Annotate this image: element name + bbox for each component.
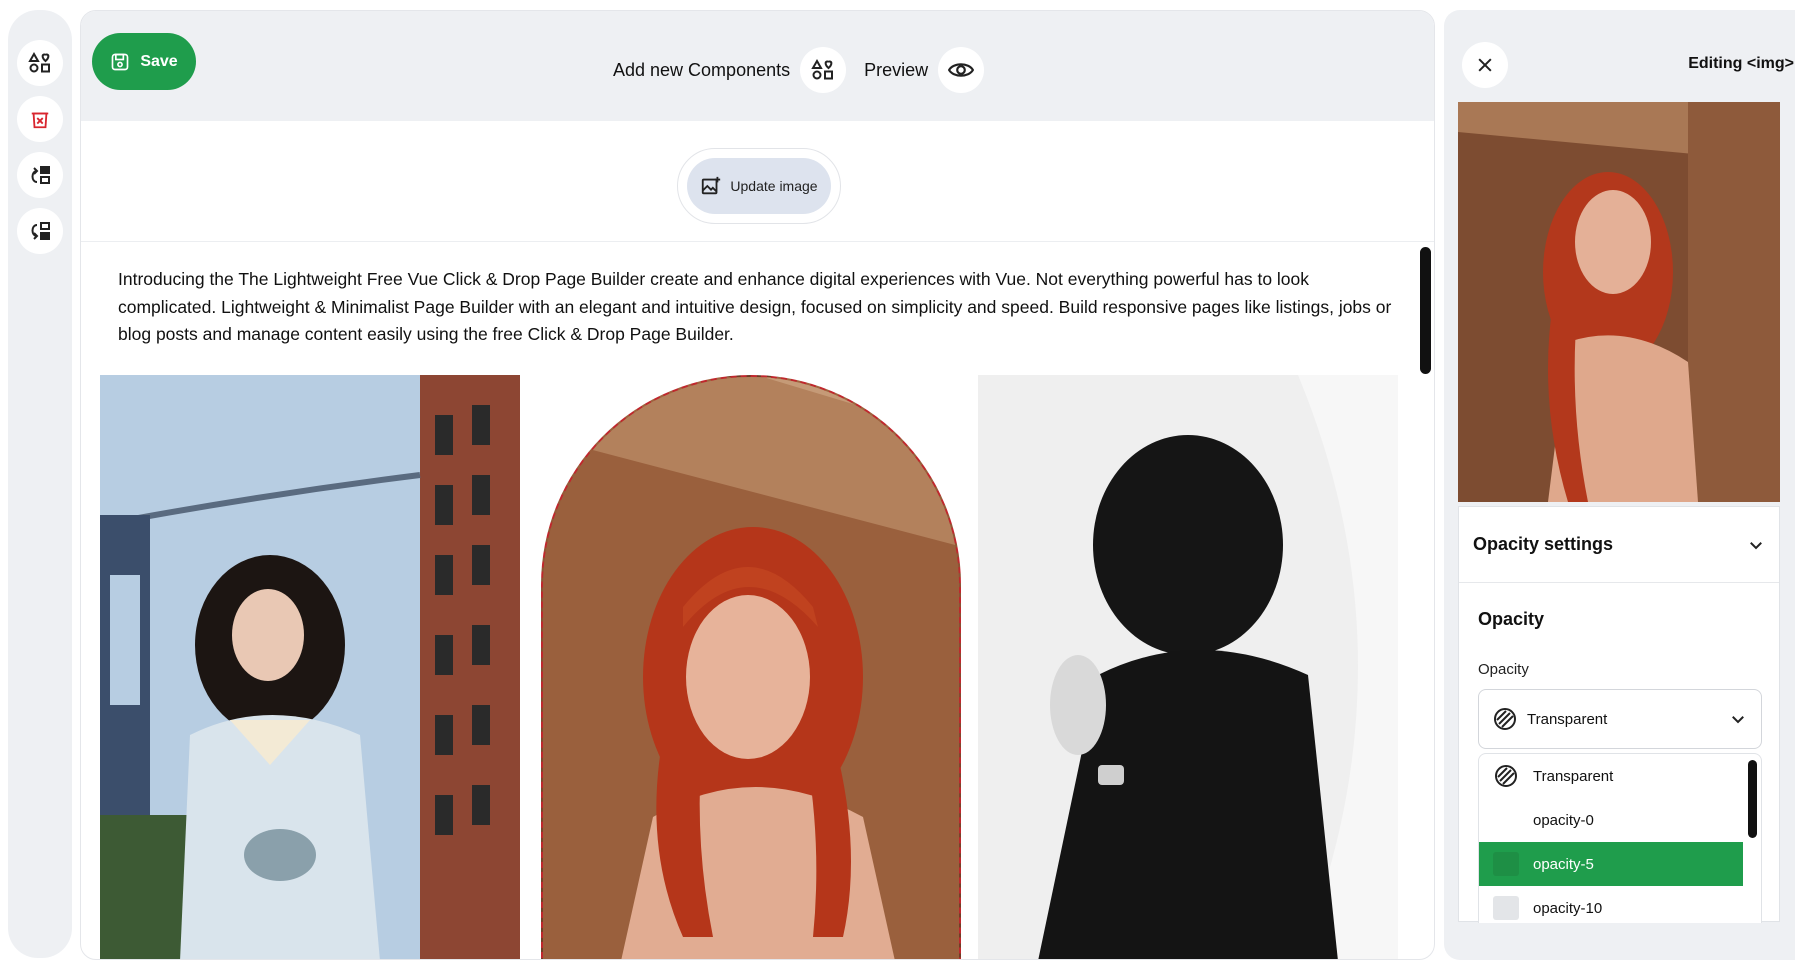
eye-icon — [948, 63, 975, 77]
opacity-selected-value: Transparent — [1527, 710, 1608, 728]
close-panel-button[interactable] — [1462, 42, 1508, 88]
add-components-button[interactable] — [800, 47, 847, 93]
intro-paragraph[interactable]: Introducing the The Lightweight Free Vue… — [118, 266, 1408, 349]
option-opacity-5[interactable]: opacity-5 — [1479, 842, 1743, 886]
option-opacity-0[interactable]: opacity-0 — [1479, 798, 1743, 842]
delete-icon — [31, 112, 49, 129]
selected-image-outline — [541, 375, 961, 959]
section-divider — [81, 241, 1434, 242]
editor-panel: Editing <img> Opacity settings Opacity O… — [1444, 10, 1795, 960]
portrait-photo-illustration — [543, 377, 959, 959]
update-image-label: Update image — [730, 178, 818, 194]
preview-photo-illustration — [1458, 102, 1780, 502]
opacity-select[interactable]: Transparent — [1478, 689, 1762, 749]
transparent-icon — [1495, 765, 1517, 787]
chevron-down-icon — [1732, 716, 1744, 724]
preview-button[interactable] — [938, 47, 985, 93]
move-up-button[interactable] — [17, 152, 63, 198]
street-photo-illustration — [100, 375, 520, 959]
opacity-swatch — [1493, 852, 1519, 876]
close-icon — [1478, 58, 1492, 72]
panel-title: Editing <img> — [1688, 55, 1794, 72]
option-label: opacity-0 — [1533, 811, 1594, 829]
option-label: opacity-10 — [1533, 899, 1603, 917]
move-up-icon — [31, 166, 50, 184]
save-label: Save — [140, 52, 178, 70]
option-label: Transparent — [1533, 767, 1614, 785]
components-icon — [28, 51, 50, 73]
builder-canvas: Save Add new Components Preview Update i… — [80, 10, 1435, 960]
move-down-icon — [31, 222, 50, 240]
delete-button[interactable] — [17, 96, 63, 142]
add-components-label[interactable]: Add new Components — [613, 60, 790, 81]
gallery-image-street[interactable] — [100, 375, 520, 959]
selected-image-preview — [1458, 102, 1780, 502]
section-title: Opacity — [1478, 609, 1545, 629]
settings-title: Opacity settings — [1473, 534, 1614, 554]
opacity-settings-header[interactable]: Opacity settings — [1459, 507, 1779, 583]
opacity-field-label: Opacity — [1478, 661, 1529, 678]
gallery-image-bw[interactable] — [978, 375, 1398, 959]
update-image-button[interactable]: Update image — [687, 158, 831, 214]
transparent-icon — [1494, 708, 1516, 730]
left-toolbar — [8, 10, 72, 958]
opacity-swatch — [1493, 896, 1519, 920]
preview-label[interactable]: Preview — [864, 60, 928, 81]
gallery-image-portrait-selected[interactable] — [541, 375, 961, 959]
bw-photo-illustration — [978, 375, 1398, 959]
update-image-wrapper: Update image — [677, 148, 841, 224]
option-opacity-10[interactable]: opacity-10 — [1479, 886, 1743, 923]
canvas-scrollbar[interactable] — [1420, 247, 1431, 374]
components-button[interactable] — [17, 40, 63, 86]
components-icon — [811, 58, 834, 80]
dropdown-scrollbar[interactable] — [1748, 760, 1757, 838]
opacity-settings-card: Opacity settings Opacity Opacity Transpa… — [1458, 506, 1780, 923]
save-button[interactable]: Save — [92, 33, 196, 90]
top-bar: Save Add new Components Preview — [81, 11, 1434, 121]
opacity-dropdown: Transparent opacity-0 opacity-5 opacity-… — [1478, 753, 1762, 923]
option-label: opacity-5 — [1533, 855, 1594, 873]
option-transparent[interactable]: Transparent — [1479, 754, 1743, 798]
save-icon — [111, 53, 129, 70]
move-down-button[interactable] — [17, 208, 63, 254]
image-add-icon — [702, 176, 721, 195]
chevron-down-icon — [1750, 541, 1762, 549]
